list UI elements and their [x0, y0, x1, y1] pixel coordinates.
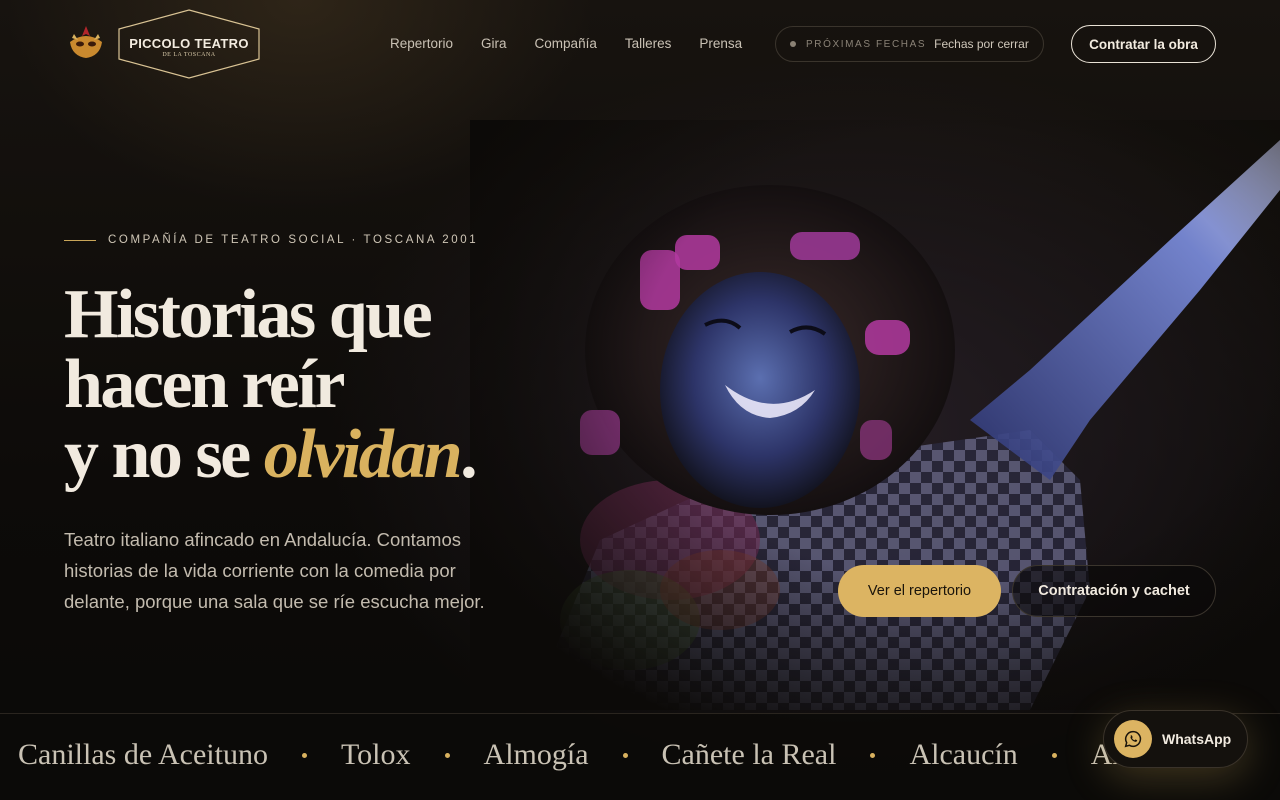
- nav-item-compania[interactable]: Compañía: [535, 35, 597, 53]
- nav-item-talleres[interactable]: Talleres: [625, 35, 672, 53]
- hire-show-button[interactable]: Contratar la obra: [1071, 25, 1216, 63]
- hero-headline: Historias que hacen reír y no se olvidan…: [64, 276, 478, 490]
- nav-item-prensa[interactable]: Prensa: [699, 35, 742, 53]
- headline-line-3: y no se olvidan.: [64, 420, 478, 490]
- headline-line-2: hacen reír: [64, 346, 345, 423]
- status-dot-icon: [790, 41, 796, 47]
- marquee-town: Alcaucín: [909, 738, 1018, 771]
- separator-dot-icon: [870, 752, 876, 758]
- nav-item-gira[interactable]: Gira: [481, 35, 507, 53]
- brand-name: PICCOLO TEATRO: [129, 36, 249, 51]
- upcoming-dates-label: PRÓXIMAS FECHAS: [806, 38, 927, 50]
- separator-dot-icon: [1051, 752, 1057, 758]
- site-header: PICCOLO TEATRO DE LA TOSCANA Repertorio …: [0, 0, 1280, 88]
- main-nav: Repertorio Gira Compañía Talleres Prensa: [390, 35, 770, 53]
- eyebrow-text: COMPAÑÍA DE TEATRO SOCIAL · TOSCANA 2001: [108, 234, 479, 246]
- view-repertoire-button[interactable]: Ver el repertorio: [838, 565, 1001, 617]
- upcoming-dates-pill[interactable]: PRÓXIMAS FECHAS Fechas por cerrar: [775, 26, 1044, 62]
- theatre-mask-logo-icon[interactable]: [64, 22, 108, 66]
- marquee-town: Canillas de Aceituno: [18, 738, 268, 771]
- hero-performer-photo: [470, 120, 1280, 710]
- separator-dot-icon: [301, 752, 307, 758]
- marquee-town: Tolox: [340, 738, 411, 771]
- towns-marquee: Canillas de Aceituno Tolox Almogía Cañet…: [0, 713, 1280, 800]
- headline-period: .: [460, 416, 478, 493]
- hero-eyebrow: COMPAÑÍA DE TEATRO SOCIAL · TOSCANA 2001: [64, 234, 478, 246]
- booking-fees-button[interactable]: Contratación y cachet: [1012, 565, 1216, 617]
- brand-subtitle: DE LA TOSCANA: [162, 52, 216, 58]
- nav-item-repertorio[interactable]: Repertorio: [390, 35, 453, 53]
- headline-line-1: Historias que: [64, 276, 433, 353]
- hero-description: Teatro italiano afincado en Andalucía. C…: [64, 529, 485, 612]
- marquee-town: Cañete la Real: [661, 738, 837, 771]
- headline-emphasis: olvidan: [263, 416, 463, 493]
- marquee-town: Almogía: [483, 738, 589, 771]
- upcoming-dates-value: Fechas por cerrar: [934, 37, 1029, 51]
- separator-dot-icon: [622, 752, 628, 758]
- whatsapp-label: WhatsApp: [1162, 731, 1232, 747]
- headline-line-3-start: y no se: [64, 416, 264, 493]
- whatsapp-icon: [1114, 720, 1152, 758]
- eyebrow-divider: [64, 239, 96, 241]
- separator-dot-icon: [444, 752, 450, 758]
- marquee-track: Canillas de Aceituno Tolox Almogía Cañet…: [18, 738, 1176, 772]
- whatsapp-button[interactable]: WhatsApp: [1103, 710, 1248, 768]
